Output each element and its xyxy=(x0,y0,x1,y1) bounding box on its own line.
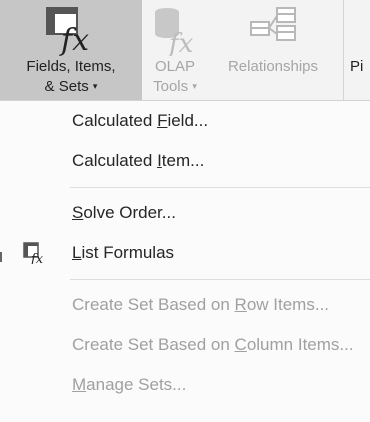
ribbon: fx Fields, Items, & Sets ▾ fx OLAP Tools… xyxy=(0,0,370,101)
fields-items-sets-label-line2: & Sets xyxy=(44,78,89,95)
menu-item-text: olumn Items... xyxy=(246,335,354,354)
menu-item-create-set-rows: Create Set Based on Row Items... xyxy=(0,285,370,325)
menu-item-text: tem... xyxy=(161,151,205,170)
fields-items-sets-label-line1: Fields, Items, xyxy=(26,58,116,75)
menu-item-text: Create Set Based on xyxy=(72,295,235,314)
relationships-button[interactable]: Relationships xyxy=(208,0,338,100)
relationships-label: Relationships xyxy=(227,58,319,75)
menu-item-text: Calculated xyxy=(72,111,158,130)
accelerator-key: R xyxy=(234,295,247,314)
svg-text:fx: fx xyxy=(59,23,89,56)
pivot-button-partial-label: Pi xyxy=(350,58,364,75)
svg-text:fx: fx xyxy=(30,252,44,264)
pivot-button-partial[interactable]: Pi xyxy=(350,0,370,100)
menu-item-text: Create Set Based on xyxy=(72,335,235,354)
accelerator-key: F xyxy=(157,111,168,130)
menu-separator xyxy=(70,279,370,280)
menu-item-manage-sets: Manage Sets... xyxy=(0,365,370,405)
menu-item-text: ield... xyxy=(167,111,209,130)
menu-item-text: ow Items... xyxy=(246,295,330,314)
menu-item-text: ist Formulas xyxy=(81,243,175,262)
menu-item-list-formulas[interactable]: fx List Formulas xyxy=(0,233,370,273)
menu-item-solve-order[interactable]: Solve Order... xyxy=(0,193,370,233)
calculated-field-fx-icon: fx xyxy=(46,7,89,56)
menu-item-calculated-field[interactable]: Calculated Field... xyxy=(0,101,370,141)
left-edge-marker xyxy=(0,252,2,262)
menu-separator xyxy=(70,187,370,188)
olap-tools-label-line2: Tools xyxy=(153,78,189,95)
menu-item-text: anage Sets... xyxy=(86,375,187,394)
svg-text:fx: fx xyxy=(167,29,194,56)
chevron-down-icon: ▾ xyxy=(92,81,98,91)
accelerator-key: C xyxy=(234,335,247,354)
menu-item-text: olve Order... xyxy=(83,203,176,222)
menu-item-text: Calculated xyxy=(72,151,158,170)
fields-items-sets-dropdown-menu: Calculated Field... Calculated Item... S… xyxy=(0,101,370,422)
accelerator-key: S xyxy=(72,203,84,222)
menu-item-calculated-item[interactable]: Calculated Item... xyxy=(0,141,370,181)
accelerator-key: M xyxy=(72,375,87,394)
relationships-icon xyxy=(250,7,296,41)
list-formulas-icon: fx xyxy=(23,242,44,264)
ribbon-divider xyxy=(343,0,344,100)
chevron-down-icon: ▾ xyxy=(192,81,197,91)
fields-items-sets-button[interactable]: fx Fields, Items, & Sets ▾ xyxy=(0,0,142,100)
menu-item-create-set-columns: Create Set Based on Column Items... xyxy=(0,325,370,365)
olap-tools-button[interactable]: fx OLAP Tools ▾ xyxy=(142,0,208,100)
cube-fx-icon: fx xyxy=(155,8,194,56)
olap-tools-label-line1: OLAP xyxy=(154,58,196,75)
